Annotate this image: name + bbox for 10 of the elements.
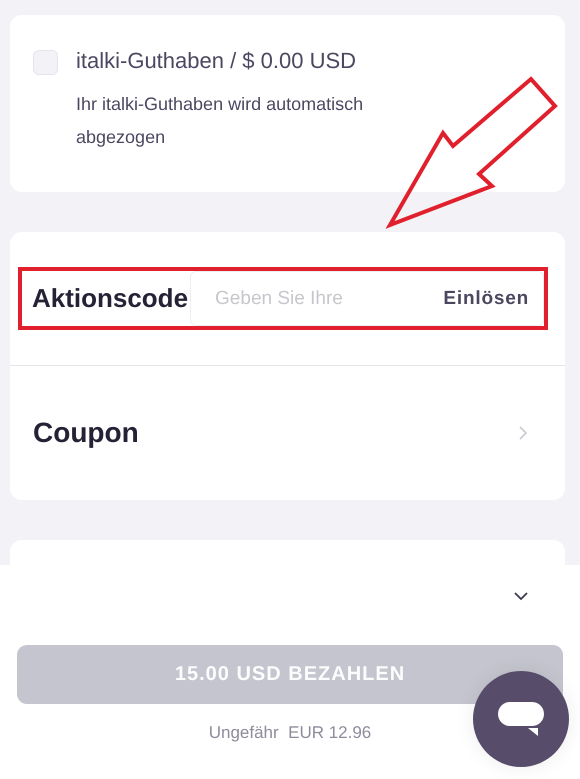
checkbox[interactable] [33,50,58,75]
chevron-down-icon[interactable] [514,592,528,601]
promo-code-field[interactable]: Geben Sie Ihre Einlösen [190,271,544,326]
promo-code-label: Aktionscode [32,283,188,314]
redeem-button[interactable]: Einlösen [443,288,529,310]
balance-label: italki-Guthaben / $ 0.00 USD [76,48,358,74]
coupon-label: Coupon [33,417,139,449]
chat-bubble-icon [498,702,544,736]
approximate-amount: Ungefähr EUR 12.96 [208,723,372,743]
balance-description: Ihr italki-Guthaben wird automatisch abgezogen [76,93,364,149]
